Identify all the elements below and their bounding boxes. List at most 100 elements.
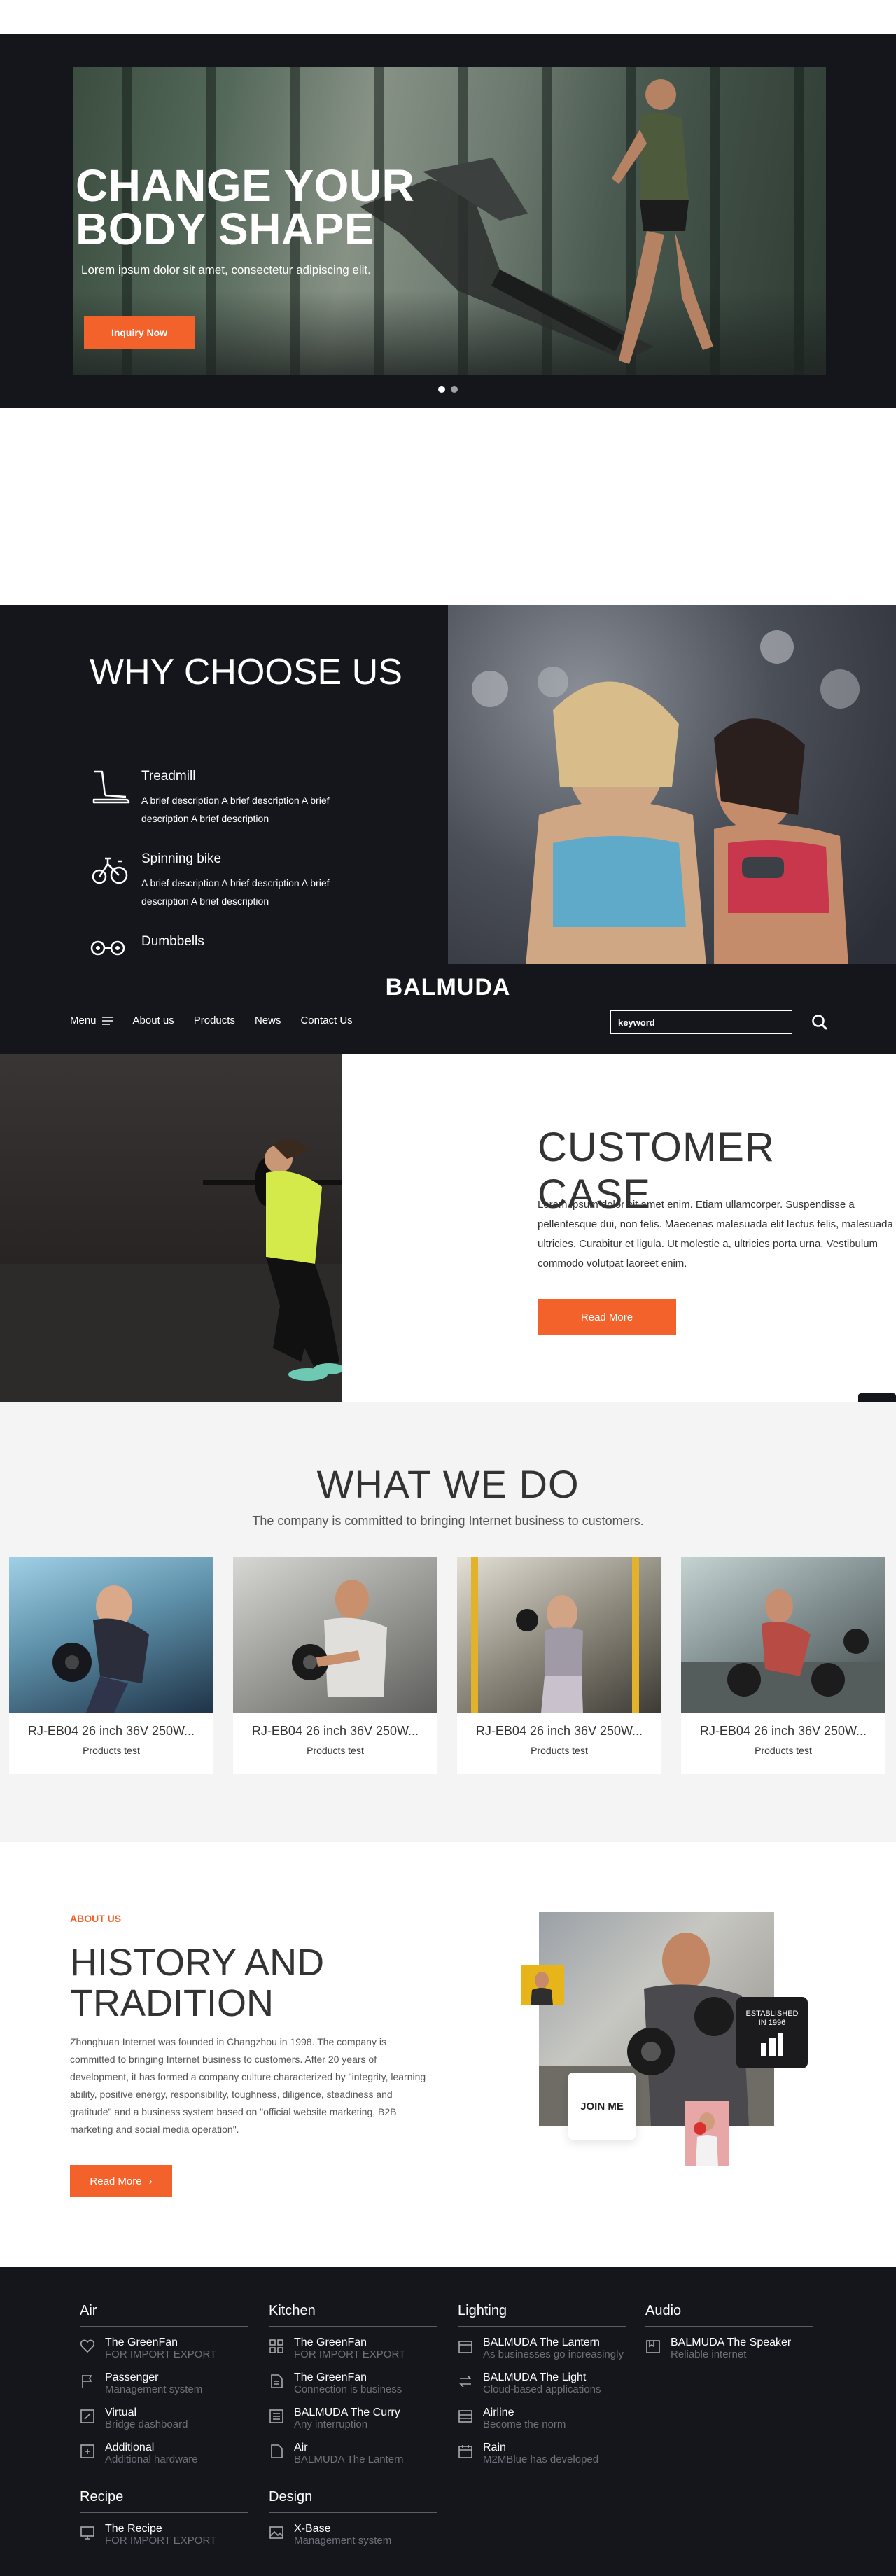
menu-toggle[interactable]: Menu: [70, 1015, 113, 1026]
case-photo: [0, 1054, 342, 1402]
site-header: BALMUDA Menu About us Products News Cont…: [0, 964, 896, 1054]
footer-link[interactable]: Virtual Bridge dashboard: [80, 2407, 248, 2442]
wwd-title: WHAT WE DO: [316, 1462, 580, 1506]
file-icon: [271, 2444, 283, 2458]
what-we-do-section: WHAT WE DO The company is committed to b…: [0, 1402, 896, 1842]
site-logo[interactable]: BALMUDA: [0, 974, 896, 1001]
footer-link-subtitle: Any interruption: [294, 2418, 368, 2430]
monitor-icon: [80, 2526, 94, 2540]
footer-column-lighting: Lighting BALMUDA The Lantern As businesses…: [458, 2303, 626, 2477]
nav-news[interactable]: News: [255, 1015, 281, 1026]
footer-link[interactable]: The GreenFan FOR IMPORT EXPORT: [80, 2337, 248, 2372]
product-card-2[interactable]: RJ-EB04 26 inch 36V 250W... Products tes…: [233, 1557, 438, 1774]
footer-link[interactable]: BALMUDA The Speaker Reliable internet: [645, 2337, 813, 2372]
footer-link-title: BALMUDA The Curry: [294, 2407, 400, 2418]
flag-icon: [82, 2375, 92, 2388]
footer-link[interactable]: Air BALMUDA The Lantern: [269, 2442, 437, 2477]
footer-link-title: The GreenFan: [105, 2337, 178, 2348]
footer-link[interactable]: BALMUDA The Curry Any interruption: [269, 2407, 437, 2442]
product-tag: Products test: [83, 1745, 140, 1756]
about-read-more-button[interactable]: Read More ›: [70, 2165, 172, 2197]
product-card-3[interactable]: RJ-EB04 26 inch 36V 250W... Products tes…: [457, 1557, 662, 1774]
footer-link-subtitle: Management system: [294, 2535, 392, 2547]
wwd-subtitle: The company is committed to bringing Int…: [252, 1514, 644, 1528]
treadmill-icon: [92, 770, 130, 804]
inquiry-now-button[interactable]: Inquiry Now: [84, 316, 195, 349]
hero-banner: CHANGE YOUR BODY SHAPE Lorem ipsum dolor…: [0, 34, 896, 408]
footer-link-title: The GreenFan: [294, 2372, 368, 2383]
established-badge: ESTABLISHED IN 1996: [736, 1997, 808, 2068]
footer-column-recipe: Recipe The Recipe FOR IMPORT EXPORT: [80, 2489, 248, 2558]
footer-link-subtitle: M2MBlue has developed: [483, 2453, 599, 2465]
footer-link[interactable]: The GreenFan FOR IMPORT EXPORT: [269, 2337, 437, 2372]
document-icon: [271, 2374, 283, 2388]
footer-link[interactable]: The Recipe FOR IMPORT EXPORT: [80, 2523, 248, 2558]
about-thumb-1: [521, 1965, 564, 2005]
grid-icon: [270, 2339, 284, 2353]
edit-icon: [80, 2409, 94, 2423]
established-year: IN 1996: [758, 2019, 786, 2027]
layers-icon: [458, 2410, 472, 2423]
footer-link-title: Rain: [483, 2442, 506, 2453]
footer-link-subtitle: Management system: [105, 2383, 203, 2395]
footer-link-title: X-Base: [294, 2523, 331, 2535]
join-me-card[interactable]: JOIN ME: [568, 2073, 636, 2140]
heart-icon: [80, 2339, 95, 2353]
footer-column-audio: Audio BALMUDA The Speaker Reliable interne…: [645, 2303, 813, 2372]
search-icon[interactable]: [809, 1012, 830, 1033]
nav-contact-us[interactable]: Contact Us: [300, 1015, 352, 1026]
footer-link[interactable]: Rain M2MBlue has developed: [458, 2442, 626, 2477]
footer-link[interactable]: Passenger Management system: [80, 2372, 248, 2407]
product-tag: Products test: [307, 1745, 364, 1756]
about-thumb-2: [685, 2101, 729, 2166]
search-input[interactable]: [610, 1010, 792, 1034]
hamburger-icon: [102, 1016, 113, 1025]
footer-column-title: Air: [80, 2303, 248, 2327]
footer-link[interactable]: Additional Additional hardware: [80, 2442, 248, 2477]
feature-title: Treadmill: [141, 769, 196, 784]
nav-about-us[interactable]: About us: [133, 1015, 174, 1026]
building-icon: [761, 2033, 783, 2056]
footer-link-subtitle: Become the norm: [483, 2418, 566, 2430]
case-read-more-button[interactable]: Read More: [538, 1299, 676, 1335]
about-read-more-label: Read More: [90, 2175, 142, 2187]
feature-treadmill: Treadmill A brief description A brief de…: [90, 767, 370, 830]
footer-link-subtitle: BALMUDA The Lantern: [294, 2453, 404, 2465]
spinning-bike-icon: [92, 857, 128, 884]
feature-title: Dumbbells: [141, 934, 204, 949]
nav-products[interactable]: Products: [194, 1015, 235, 1026]
product-image: [457, 1557, 662, 1713]
product-card-1[interactable]: RJ-EB04 26 inch 36V 250W... Products tes…: [9, 1557, 214, 1774]
slider-dot-2[interactable]: [451, 386, 458, 393]
footer-link-title: BALMUDA The Light: [483, 2372, 587, 2383]
footer-column-design: Design X-Base Management system: [269, 2489, 437, 2558]
footer-link[interactable]: The GreenFan Connection is business: [269, 2372, 437, 2407]
footer-link[interactable]: X-Base Management system: [269, 2523, 437, 2558]
customer-case-section: CUSTOMER CASE Lorem ipsum dolor sit amet…: [0, 1054, 896, 1402]
product-name: RJ-EB04 26 inch 36V 250W...: [251, 1724, 419, 1738]
footer-column-title: Kitchen: [269, 2303, 437, 2327]
slider-dot-1[interactable]: [438, 386, 445, 393]
main-nav: Menu About us Products News Contact Us: [70, 1015, 353, 1026]
footer-link[interactable]: BALMUDA The Light Cloud-based application…: [458, 2372, 626, 2407]
product-card-4[interactable]: RJ-EB04 26 inch 36V 250W... Products tes…: [681, 1557, 886, 1774]
footer-link[interactable]: BALMUDA The Lantern As businesses go incr…: [458, 2337, 626, 2372]
footer-column-air: Air The GreenFan FOR IMPORT EXPORT Passenge…: [80, 2303, 248, 2477]
menu-label: Menu: [70, 1015, 97, 1026]
about-kicker: ABOUT US: [70, 1913, 122, 1924]
footer-link-title: The Recipe: [105, 2523, 162, 2535]
site-footer: Air The GreenFan FOR IMPORT EXPORT Passenge…: [0, 2267, 896, 2576]
calendar-icon: [458, 2445, 472, 2458]
footer-link-subtitle: As businesses go increasingly: [483, 2348, 624, 2360]
footer-column-title: Audio: [645, 2303, 813, 2327]
footer-link[interactable]: Airline Become the norm: [458, 2407, 626, 2442]
page: CHANGE YOUR BODY SHAPE Lorem ipsum dolor…: [0, 0, 896, 2576]
footer-link-subtitle: FOR IMPORT EXPORT: [105, 2535, 217, 2547]
box-icon: [458, 2341, 472, 2353]
list-icon: [270, 2409, 284, 2423]
why-title: WHY CHOOSE US: [90, 652, 402, 692]
feature-spinning-bike: Spinning bike A brief description A brie…: [90, 850, 370, 913]
product-name: RJ-EB04 26 inch 36V 250W...: [27, 1724, 195, 1738]
feature-title: Spinning bike: [141, 851, 222, 866]
footer-link-subtitle: Cloud-based applications: [483, 2383, 601, 2395]
